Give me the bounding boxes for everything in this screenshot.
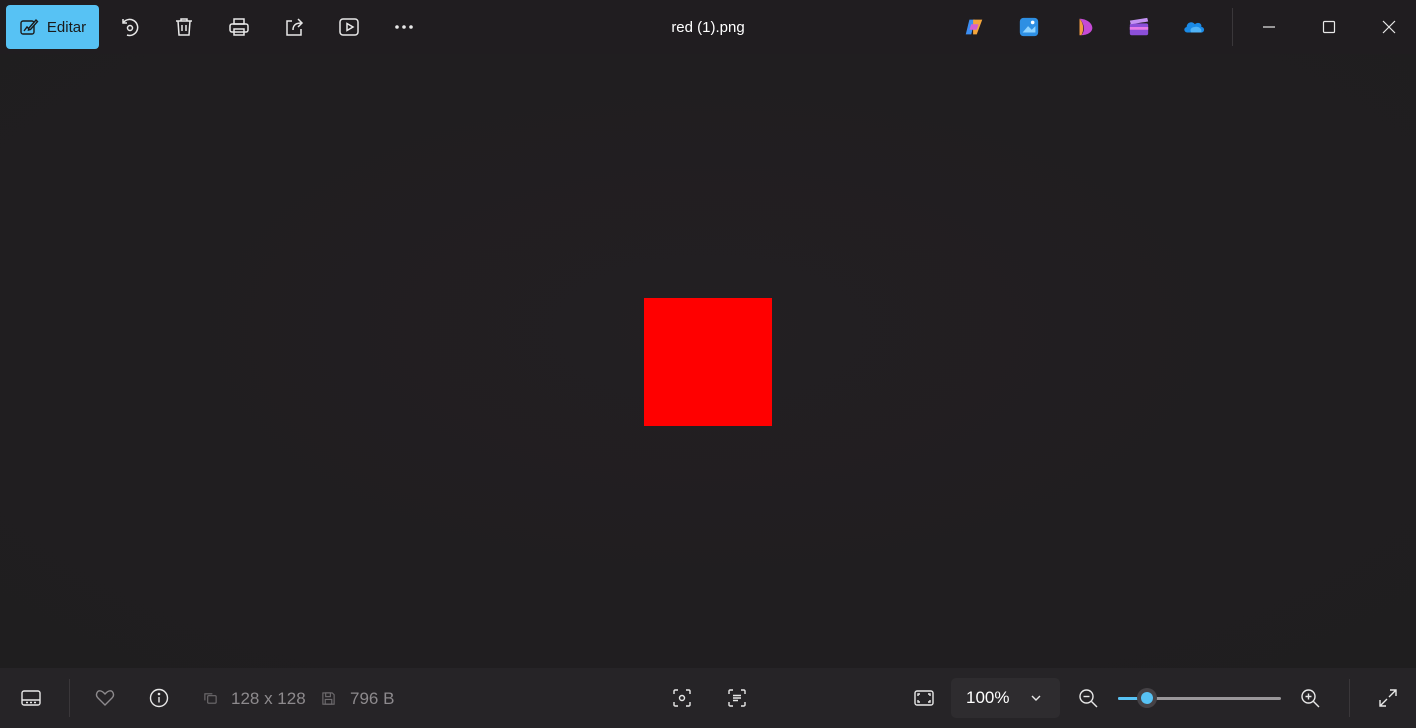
slideshow-button[interactable] (334, 12, 364, 42)
clipchamp-app-icon (1129, 17, 1149, 36)
close-button[interactable] (1374, 12, 1404, 42)
onedrive-app-button[interactable] (1182, 15, 1206, 39)
more-icon (395, 25, 413, 29)
image-creator-app-button[interactable] (1017, 15, 1041, 39)
zoom-level-value: 100% (966, 688, 1010, 707)
copilot-app-button[interactable] (962, 15, 986, 39)
edit-image-icon (20, 18, 39, 35)
rotate-button[interactable] (114, 12, 144, 42)
zoom-level-dropdown[interactable]: 100% (951, 678, 1060, 718)
zoom-out-icon (1079, 689, 1098, 708)
designer-app-button[interactable] (1073, 15, 1097, 39)
maximize-icon (1322, 20, 1336, 34)
visual-search-icon (673, 689, 691, 707)
minimize-icon (1263, 26, 1275, 28)
zoom-slider-thumb[interactable] (1137, 688, 1158, 708)
full-screen-button[interactable] (1374, 684, 1402, 712)
favorite-button[interactable] (91, 684, 119, 712)
displayed-image (644, 298, 772, 426)
share-button[interactable] (279, 12, 309, 42)
filmstrip-icon (21, 690, 41, 706)
zoom-in-icon (1301, 689, 1320, 708)
delete-button[interactable] (169, 12, 199, 42)
fit-to-window-icon (914, 690, 934, 706)
window-title: red (1).png (671, 19, 745, 36)
file-size-icon (320, 690, 336, 706)
clipchamp-app-button[interactable] (1127, 15, 1151, 39)
zoom-out-button[interactable] (1074, 684, 1102, 712)
statusbar-divider-right (1349, 679, 1350, 717)
title-bar: Editar red (1).png (0, 0, 1416, 54)
more-options-button[interactable] (389, 12, 419, 42)
image-dimensions: 128 x 128 (231, 689, 306, 708)
edit-button-label: Editar (46, 18, 87, 36)
scan-text-button[interactable] (723, 684, 751, 712)
designer-app-icon (1079, 18, 1093, 36)
zoom-slider[interactable] (1118, 688, 1281, 708)
print-button[interactable] (224, 12, 254, 42)
delete-icon (176, 18, 192, 36)
onedrive-app-icon (1184, 22, 1205, 33)
slideshow-icon (339, 18, 359, 36)
scan-text-icon (728, 689, 746, 707)
maximize-button[interactable] (1314, 12, 1344, 42)
copilot-app-icon (965, 19, 983, 35)
share-icon (286, 18, 304, 36)
resolution-icon (202, 690, 218, 706)
statusbar-divider (69, 679, 70, 717)
rotate-icon (122, 18, 139, 37)
image-creator-app-icon (1019, 17, 1039, 37)
edit-button[interactable]: Editar (6, 5, 99, 49)
minimize-button[interactable] (1254, 12, 1284, 42)
visual-search-button[interactable] (668, 684, 696, 712)
filmstrip-button[interactable] (17, 684, 45, 712)
full-screen-icon (1379, 689, 1397, 707)
heart-icon (95, 690, 115, 706)
titlebar-divider (1232, 8, 1233, 46)
fit-to-window-button[interactable] (910, 684, 938, 712)
file-size: 796 B (350, 689, 395, 708)
file-info-button[interactable] (145, 684, 173, 712)
zoom-in-button[interactable] (1296, 684, 1324, 712)
info-icon (149, 688, 169, 708)
close-icon (1382, 20, 1396, 34)
chevron-down-icon (1031, 695, 1041, 701)
status-bar: 128 x 128 796 B 100% (0, 668, 1416, 728)
print-icon (229, 18, 249, 36)
